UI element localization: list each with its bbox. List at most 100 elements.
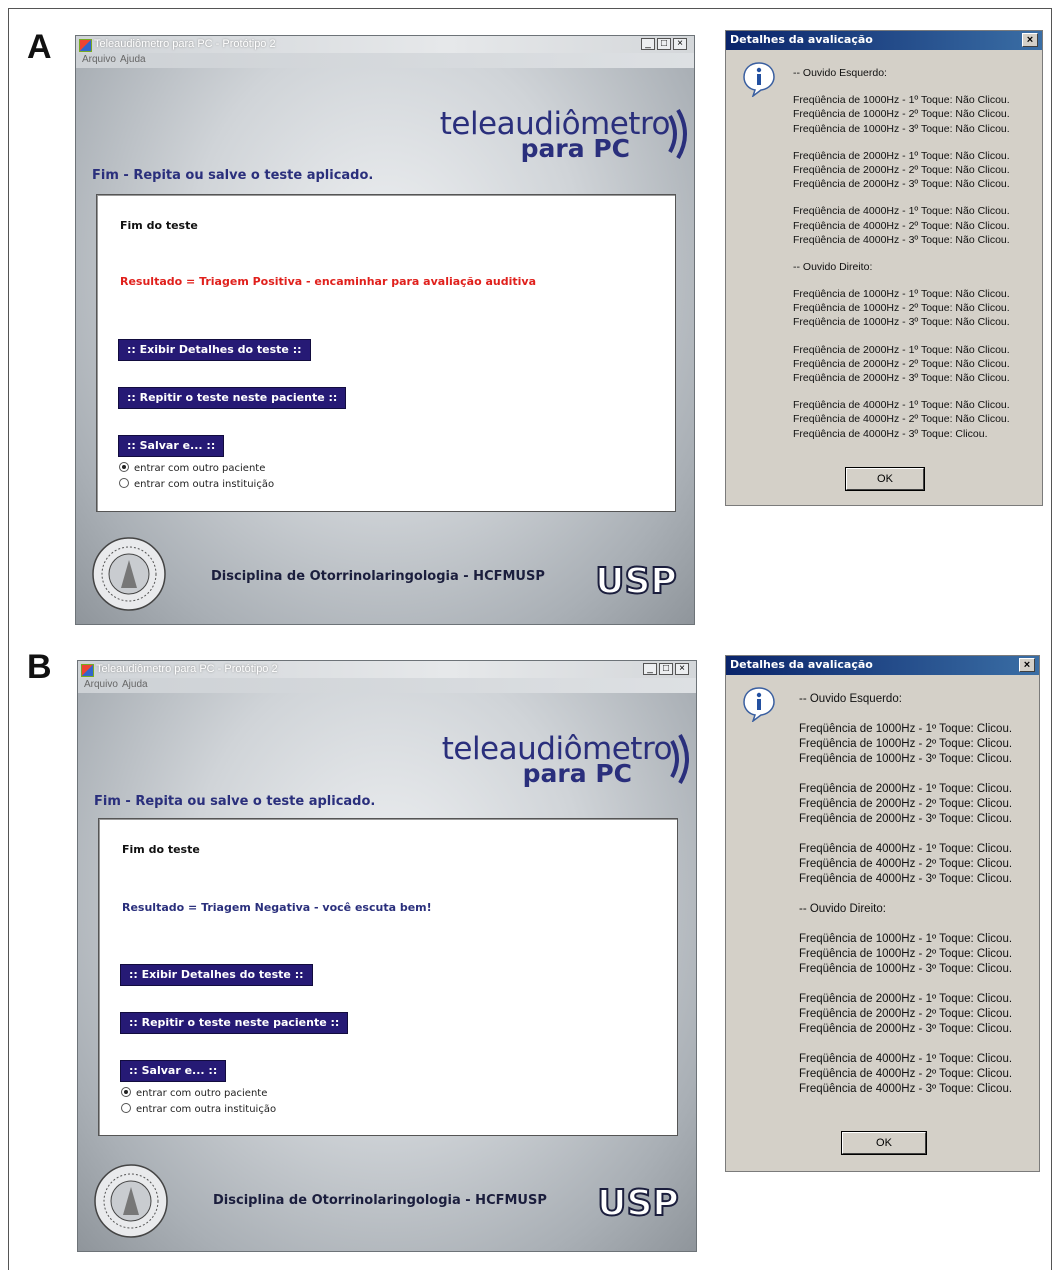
usp-logo: USP xyxy=(594,560,678,599)
detail-line: Freqüência de 4000Hz - 2º Toque: Clicou. xyxy=(799,1068,1013,1080)
app-window-b: Teleaudiômetro para PC - Protótipo 2 _ □… xyxy=(77,660,697,1252)
app-icon xyxy=(79,39,92,52)
radio-new-patient[interactable]: entrar com outro paciente xyxy=(121,1087,267,1099)
radio-unselected-icon[interactable] xyxy=(119,478,129,488)
detail-line: Freqüência de 1000Hz - 1º Toque: Clicou. xyxy=(799,723,1013,735)
maximize-button[interactable]: □ xyxy=(657,38,671,50)
window-title: Teleaudiômetro para PC - Protótipo 2 xyxy=(94,38,276,50)
teleaudiometro-logo: teleaudiômetro para PC xyxy=(442,731,689,788)
left-ear-header: -- Ouvido Esquerdo: xyxy=(799,693,902,705)
ok-button[interactable]: OK xyxy=(841,1131,927,1155)
save-button[interactable]: :: Salvar e... :: xyxy=(118,435,225,457)
detail-line: Freqüência de 2000Hz - 2º Toque: Não Cli… xyxy=(793,357,1010,370)
title-bar: Teleaudiômetro para PC - Protótipo 2 _ □… xyxy=(76,36,694,53)
menu-ajuda[interactable]: Ajuda xyxy=(122,679,148,690)
repeat-test-button[interactable]: :: Repitir o teste neste paciente :: xyxy=(120,1012,349,1034)
radio-new-patient[interactable]: entrar com outro paciente xyxy=(119,462,265,474)
detail-line: Freqüência de 4000Hz - 3º Toque: Clicou. xyxy=(793,427,988,440)
detail-line: Freqüência de 2000Hz - 3º Toque: Não Cli… xyxy=(793,178,1010,191)
detail-line: Freqüência de 2000Hz - 3º Toque: Clicou. xyxy=(799,813,1013,825)
details-dialog-a: Detalhes da avalicação × -- Ouvido Esque… xyxy=(725,30,1043,506)
detail-line: Freqüência de 2000Hz - 2º Toque: Clicou. xyxy=(799,798,1013,810)
usp-logo: USP xyxy=(596,1182,680,1221)
detail-line: Freqüência de 2000Hz - 3º Toque: Não Cli… xyxy=(793,372,1010,384)
detail-line: Freqüência de 4000Hz - 3º Toque: Clicou. xyxy=(799,873,1013,885)
show-details-button[interactable]: :: Exibir Detalhes do teste :: xyxy=(118,339,311,361)
footer-text: Disciplina de Otorrinolaringologia - HCF… xyxy=(213,1193,547,1208)
ok-button[interactable]: OK xyxy=(845,467,925,491)
detail-line: Freqüência de 2000Hz - 2º Toque: Não Cli… xyxy=(793,163,1010,176)
footer-text: Disciplina de Otorrinolaringologia - HCF… xyxy=(211,569,545,584)
detail-line: Freqüência de 4000Hz - 3º Toque: Clicou. xyxy=(799,1083,1013,1095)
detail-line: Freqüência de 4000Hz - 1º Toque: Clicou. xyxy=(799,843,1013,855)
detail-line: Freqüência de 2000Hz - 1º Toque: Clicou. xyxy=(799,993,1013,1005)
detail-line: Freqüência de 4000Hz - 1º Toque: Clicou. xyxy=(799,1053,1013,1065)
detail-line: Freqüência de 1000Hz - 3º Toque: Clicou. xyxy=(799,753,1013,765)
detail-line: Freqüência de 1000Hz - 2º Toque: Não Cli… xyxy=(793,108,1010,121)
panel-label-a: A xyxy=(27,28,52,66)
detail-line: Freqüência de 4000Hz - 2º Toque: Não Cli… xyxy=(793,219,1010,232)
minimize-button[interactable]: _ xyxy=(643,663,657,675)
menu-arquivo[interactable]: Arquivo xyxy=(84,679,118,690)
detail-line: Freqüência de 1000Hz - 3º Toque: Não Cli… xyxy=(793,122,1010,135)
menu-arquivo[interactable]: Arquivo xyxy=(82,54,116,65)
university-seal-icon xyxy=(92,537,166,611)
detail-line: Freqüência de 1000Hz - 1º Toque: Não Cli… xyxy=(793,94,1010,107)
end-label: Fim do teste xyxy=(122,843,200,856)
menu-bar: Arquivo Ajuda xyxy=(76,53,694,68)
close-button[interactable]: × xyxy=(673,38,687,50)
dialog-details-text: -- Ouvido Esquerdo: Freqüência de 1000Hz… xyxy=(799,692,1012,1097)
result-panel: Fim do teste Resultado = Triagem Negativ… xyxy=(98,818,678,1136)
info-icon xyxy=(743,687,775,722)
dialog-title: Detalhes da avalicação xyxy=(730,33,873,46)
detail-line: Freqüência de 1000Hz - 2º Toque: Não Cli… xyxy=(793,302,1010,315)
detail-line: Freqüência de 4000Hz - 2º Toque: Clicou. xyxy=(799,858,1013,870)
result-text: Resultado = Triagem Negativa - você escu… xyxy=(122,901,432,914)
university-seal-icon xyxy=(94,1164,168,1238)
result-panel: Fim do teste Resultado = Triagem Positiv… xyxy=(96,194,676,512)
radio-new-institution[interactable]: entrar com outra instituição xyxy=(119,478,274,490)
dialog-close-button[interactable]: × xyxy=(1019,658,1035,672)
radio-label: entrar com outro paciente xyxy=(136,1088,268,1099)
panel-label-b: B xyxy=(27,648,52,686)
save-button[interactable]: :: Salvar e... :: xyxy=(120,1060,227,1082)
radio-new-institution[interactable]: entrar com outra instituição xyxy=(121,1103,276,1115)
radio-unselected-icon[interactable] xyxy=(121,1103,131,1113)
page-subtitle: Fim - Repita ou salve o teste aplicado. xyxy=(92,168,374,183)
title-bar: Teleaudiômetro para PC - Protótipo 2 _ □… xyxy=(78,661,696,678)
detail-line: Freqüência de 1000Hz - 2º Toque: Clicou. xyxy=(799,948,1013,960)
detail-line: Freqüência de 4000Hz - 3º Toque: Não Cli… xyxy=(793,233,1010,246)
dialog-close-button[interactable]: × xyxy=(1022,33,1038,47)
dialog-details-text: -- Ouvido Esquerdo: Freqüência de 1000Hz… xyxy=(793,66,1010,441)
detail-line: Freqüência de 2000Hz - 3º Toque: Clicou. xyxy=(799,1023,1013,1035)
result-text: Resultado = Triagem Positiva - encaminha… xyxy=(120,275,537,288)
menu-bar: Arquivo Ajuda xyxy=(78,678,696,693)
radio-selected-icon[interactable] xyxy=(119,462,129,472)
show-details-button[interactable]: :: Exibir Detalhes do teste :: xyxy=(120,964,313,986)
info-icon xyxy=(743,62,775,97)
sound-waves-icon xyxy=(668,108,687,160)
radio-label: entrar com outro paciente xyxy=(134,463,266,474)
detail-line: Freqüência de 4000Hz - 2º Toque: Não Cli… xyxy=(793,413,1010,426)
detail-line: Freqüência de 4000Hz - 1º Toque: Não Cli… xyxy=(793,399,1010,412)
usp-logo-text: USP xyxy=(597,1183,679,1221)
dialog-title-bar: Detalhes da avalicação × xyxy=(726,656,1039,675)
detail-line: Freqüência de 1000Hz - 1º Toque: Não Cli… xyxy=(793,288,1010,301)
dialog-title: Detalhes da avalicação xyxy=(730,658,873,671)
detail-line: Freqüência de 2000Hz - 1º Toque: Não Cli… xyxy=(793,149,1010,162)
teleaudiometro-logo: teleaudiômetro para PC xyxy=(440,106,687,163)
right-ear-header: -- Ouvido Direito: xyxy=(793,260,873,273)
menu-ajuda[interactable]: Ajuda xyxy=(120,54,146,65)
minimize-button[interactable]: _ xyxy=(641,38,655,50)
right-ear-header: -- Ouvido Direito: xyxy=(799,903,886,915)
repeat-test-button[interactable]: :: Repitir o teste neste paciente :: xyxy=(118,387,347,409)
close-button[interactable]: × xyxy=(675,663,689,675)
detail-line: Freqüência de 1000Hz - 1º Toque: Clicou. xyxy=(799,933,1013,945)
dialog-title-bar: Detalhes da avalicação × xyxy=(726,31,1042,50)
app-window-a: Teleaudiômetro para PC - Protótipo 2 _ □… xyxy=(75,35,695,625)
end-label: Fim do teste xyxy=(120,219,198,232)
window-title: Teleaudiômetro para PC - Protótipo 2 xyxy=(96,663,278,675)
maximize-button[interactable]: □ xyxy=(659,663,673,675)
detail-line: Freqüência de 1000Hz - 3º Toque: Clicou. xyxy=(799,963,1013,975)
radio-selected-icon[interactable] xyxy=(121,1087,131,1097)
